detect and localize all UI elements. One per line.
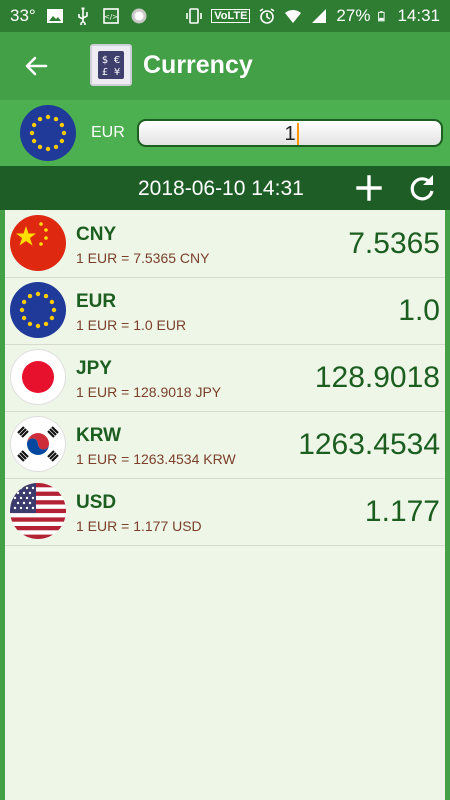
page-title: Currency (143, 51, 253, 79)
svg-text:$: $ (102, 55, 108, 66)
list-item-jpy[interactable]: JPY 1 EUR = 128.9018 JPY 128.9018 (5, 344, 445, 412)
image-icon (46, 9, 63, 23)
amount-value[interactable]: 1 (139, 123, 441, 146)
svg-text:£: £ (102, 67, 108, 78)
status-bar-right: VoLTE 27% 14:31 (185, 6, 440, 26)
usa-flag-icon (10, 483, 66, 539)
currency-app-icon: $ € £ ¥ (90, 44, 132, 86)
text-caret (297, 123, 299, 145)
eu-flag-icon[interactable] (20, 105, 76, 161)
network-type: VoLTE (211, 9, 251, 23)
converted-value: 1.0 (398, 294, 440, 327)
currency-code: KRW (76, 425, 122, 446)
last-updated-datetime: 2018-06-10 14:31 (138, 177, 304, 200)
japan-flag-icon (10, 349, 66, 405)
amount-input-row: EUR 1 (0, 100, 450, 166)
circle-icon (131, 8, 147, 24)
svg-text:¥: ¥ (114, 67, 120, 78)
exchange-rate-text: 1 EUR = 1263.4534 KRW (76, 451, 236, 467)
currency-code: EUR (76, 291, 117, 312)
exchange-rate-text: 1 EUR = 128.9018 JPY (76, 384, 222, 400)
signal-icon (312, 9, 327, 23)
alarm-icon (259, 8, 275, 24)
screen-capture-icon: </> (102, 8, 119, 24)
back-arrow-icon[interactable] (20, 50, 52, 82)
app-toolbar: $ € £ ¥ Currency (0, 32, 450, 100)
converted-value: 128.9018 (314, 361, 440, 394)
converted-value: 1.177 (364, 495, 440, 528)
list-item-usd[interactable]: USD 1 EUR = 1.177 USD 1.177 (5, 478, 445, 546)
currency-list: CNY 1 EUR = 7.5365 CNY 7.5365 EUR 1 EUR … (5, 210, 445, 800)
usb-icon (77, 7, 88, 25)
svg-text:</>: </> (104, 13, 118, 21)
battery-percent: 27% (336, 6, 371, 25)
status-temperature: 33° (10, 6, 36, 25)
vibrate-icon (186, 8, 203, 24)
wifi-icon (285, 9, 302, 23)
amount-input[interactable]: 1 (137, 119, 443, 147)
status-bar-left: 33° </> (10, 6, 148, 26)
exchange-rate-text: 1 EUR = 7.5365 CNY (76, 250, 210, 266)
add-icon[interactable] (353, 172, 385, 204)
converted-value: 7.5365 (348, 227, 440, 260)
list-item-cny[interactable]: CNY 1 EUR = 7.5365 CNY 7.5365 (5, 210, 445, 278)
status-time: 14:31 (397, 6, 440, 25)
status-bar: 33° </> VoLTE 27% 14:31 (0, 0, 450, 32)
list-item-krw[interactable]: KRW 1 EUR = 1263.4534 KRW 1263.4534 (5, 411, 445, 479)
eu-stars-icon (29, 114, 67, 152)
list-item-eur[interactable]: EUR 1 EUR = 1.0 EUR 1.0 (5, 277, 445, 345)
currency-code: USD (76, 492, 117, 513)
exchange-rate-text: 1 EUR = 1.0 EUR (76, 317, 187, 333)
converted-value: 1263.4534 (298, 428, 440, 461)
base-currency-label[interactable]: EUR (91, 124, 125, 142)
china-flag-icon (10, 215, 66, 271)
exchange-rate-text: 1 EUR = 1.177 USD (76, 518, 202, 534)
currency-code: CNY (76, 224, 117, 245)
date-bar: 2018-06-10 14:31 (0, 166, 450, 210)
korea-flag-icon (10, 416, 66, 472)
svg-text:€: € (114, 55, 120, 66)
currency-code: JPY (76, 358, 112, 379)
refresh-icon[interactable] (406, 172, 438, 204)
eu-flag-icon (10, 282, 66, 338)
battery-icon (378, 11, 386, 22)
